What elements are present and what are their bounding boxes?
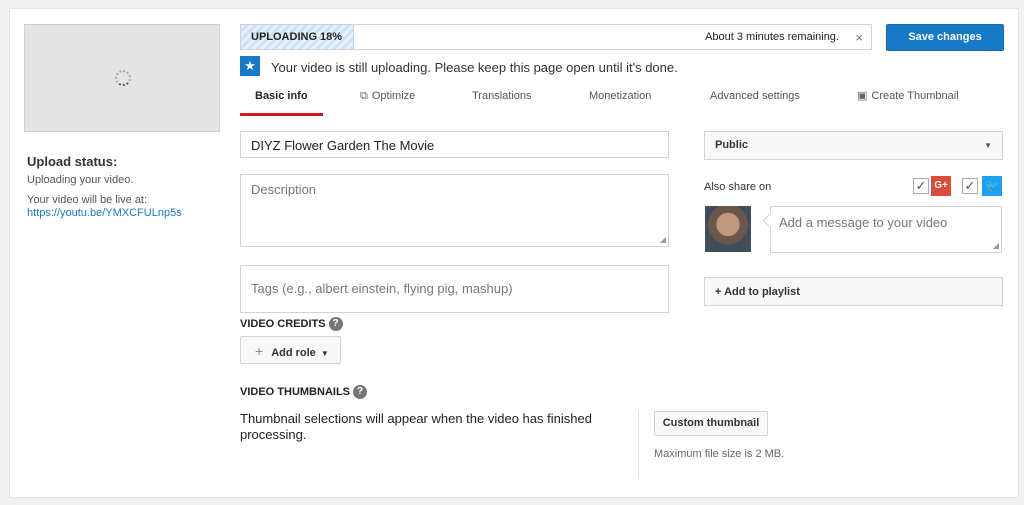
twitter-checkbox[interactable]: ✓ <box>962 178 978 194</box>
add-role-button[interactable]: + Add role ▼ <box>240 336 341 364</box>
tab-basic-info[interactable]: Basic info <box>240 84 323 116</box>
tab-monetization[interactable]: Monetization <box>589 84 651 116</box>
upload-progress-label: UPLOADING 18% <box>251 31 343 43</box>
cancel-upload-icon[interactable]: × <box>855 30 863 45</box>
resize-handle-icon[interactable]: ◢ <box>660 235 666 244</box>
message-placeholder: Add a message to your video <box>779 215 948 230</box>
video-link[interactable]: https://youtu.be/YMXCFULnp5s <box>27 207 182 219</box>
video-thumbnails-label: VIDEO THUMBNAILS <box>240 386 350 398</box>
caret-down-icon: ▼ <box>984 141 992 150</box>
add-role-label: Add role <box>271 347 316 359</box>
tab-bar: Basic info ⧉ Optimize Translations Moneti… <box>240 84 1004 116</box>
video-thumbnail-preview <box>24 24 220 132</box>
divider <box>638 411 639 479</box>
video-credits-label: VIDEO CREDITS <box>240 318 326 330</box>
tab-optimize[interactable]: ⧉ Optimize <box>360 84 415 116</box>
google-plus-icon: G+ <box>931 176 951 196</box>
help-icon[interactable]: ? <box>353 385 367 399</box>
upload-progress-bar: UPLOADING 18% About 3 minutes remaining.… <box>240 24 872 50</box>
upload-notice: Your video is still uploading. Please ke… <box>271 60 678 75</box>
max-file-size-text: Maximum file size is 2 MB. <box>654 448 785 460</box>
title-input[interactable]: DIYZ Flower Garden The Movie <box>240 131 669 158</box>
video-credits-heading: VIDEO CREDITS? <box>240 317 343 331</box>
live-at-text: Your video will be live at: <box>27 194 148 206</box>
tab-label: Basic info <box>255 90 308 102</box>
save-changes-button[interactable]: Save changes <box>886 24 1004 51</box>
twitter-icon: 🐦 <box>982 176 1002 196</box>
upload-status-title: Upload status: <box>27 154 118 169</box>
plus-icon: + <box>255 343 264 359</box>
help-icon[interactable]: ? <box>328 317 343 331</box>
add-to-playlist-button[interactable]: + Add to playlist <box>704 277 1003 306</box>
tags-input[interactable]: Tags (e.g., albert einstein, flying pig,… <box>240 265 669 313</box>
description-input[interactable]: Description ◢ <box>240 174 669 247</box>
custom-thumbnail-button[interactable]: Custom thumbnail <box>654 411 768 436</box>
upload-status-text: Uploading your video. <box>27 174 134 186</box>
loading-spinner-icon <box>115 70 131 86</box>
resize-handle-icon[interactable]: ◢ <box>993 241 999 250</box>
also-share-on-label: Also share on <box>704 181 772 193</box>
tab-label: Advanced settings <box>710 90 800 102</box>
tab-label: Optimize <box>371 90 416 102</box>
share-message-input[interactable]: Add a message to your video ◢ <box>770 206 1002 253</box>
gplus-checkbox[interactable]: ✓ <box>913 178 929 194</box>
privacy-value: Public <box>715 139 749 151</box>
upload-time-remaining: About 3 minutes remaining. <box>705 31 839 43</box>
tab-create-thumbnail[interactable]: ▣ Create Thumbnail <box>857 84 959 116</box>
tab-label: Create Thumbnail <box>871 90 959 102</box>
thumbnail-icon: ▣ <box>857 90 868 102</box>
caret-down-icon: ▼ <box>320 349 329 358</box>
privacy-select[interactable]: Public ▼ <box>704 131 1003 160</box>
tab-label: Translations <box>472 90 532 102</box>
tab-advanced-settings[interactable]: Advanced settings <box>710 84 800 116</box>
tab-label: Monetization <box>589 90 652 102</box>
optimize-icon: ⧉ <box>360 90 368 102</box>
thumbnail-message: Thumbnail selections will appear when th… <box>240 411 592 442</box>
star-icon: ★ <box>240 56 260 76</box>
video-thumbnails-heading: VIDEO THUMBNAILS? <box>240 385 367 399</box>
tab-translations[interactable]: Translations <box>472 84 532 116</box>
description-placeholder: Description <box>251 182 317 197</box>
avatar <box>705 206 751 252</box>
